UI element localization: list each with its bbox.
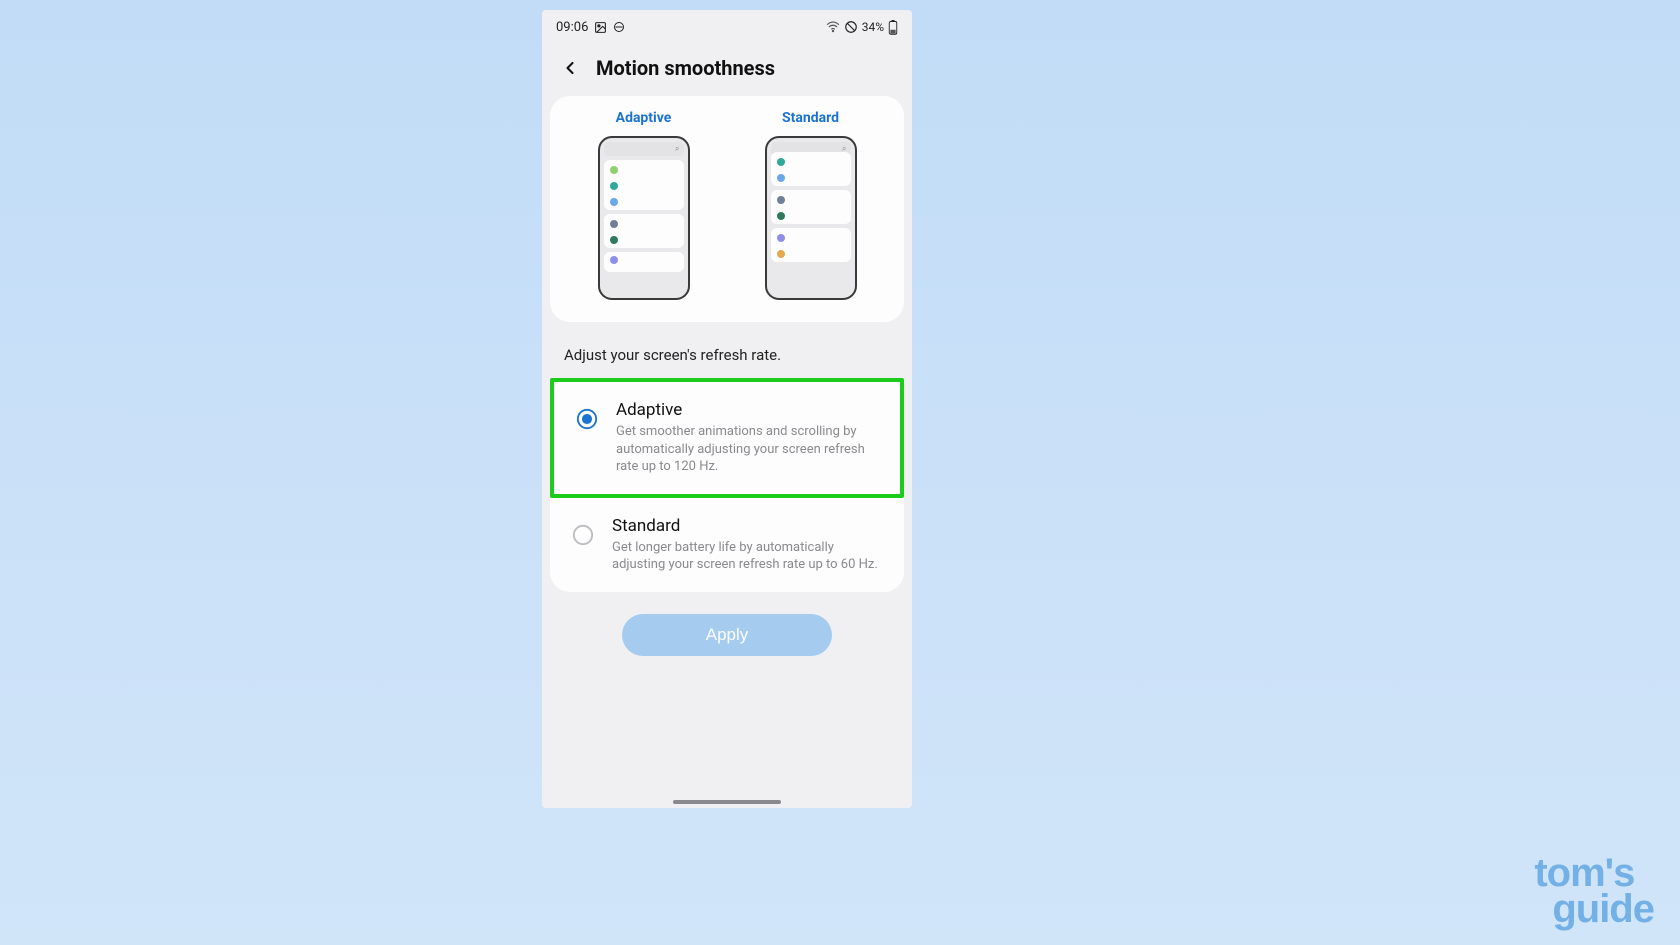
preview-standard[interactable]: Standard ⌕ — [765, 110, 857, 300]
option-standard-title: Standard — [612, 516, 884, 536]
image-icon — [594, 21, 607, 34]
gesture-bar[interactable] — [673, 800, 781, 804]
status-battery-text: 34% — [862, 20, 884, 34]
watermark-line2: guide — [1534, 891, 1654, 927]
search-icon: ⌕ — [675, 144, 679, 154]
options-card: Adaptive Get smoother animations and scr… — [550, 378, 904, 592]
no-signal-icon — [844, 20, 858, 34]
option-adaptive-desc: Get smoother animations and scrolling by… — [616, 423, 880, 476]
phone-frame: 09:06 34% Motion smoothness Adaptive ⌕ — [542, 10, 912, 808]
option-adaptive[interactable]: Adaptive Get smoother animations and scr… — [550, 378, 904, 498]
title-bar: Motion smoothness — [542, 44, 912, 96]
theta-icon — [613, 21, 625, 33]
preview-adaptive[interactable]: Adaptive ⌕ — [598, 110, 690, 300]
status-bar: 09:06 34% — [542, 10, 912, 44]
back-icon[interactable] — [560, 58, 580, 78]
radio-unselected-icon — [572, 524, 594, 546]
status-right: 34% — [826, 20, 898, 35]
preview-card: Adaptive ⌕ — [550, 96, 904, 322]
watermark-line1: tom's — [1534, 855, 1654, 891]
preview-adaptive-label: Adaptive — [616, 110, 672, 126]
radio-selected-icon — [576, 408, 598, 430]
status-left: 09:06 — [556, 20, 625, 35]
status-time: 09:06 — [556, 20, 588, 35]
option-adaptive-title: Adaptive — [616, 400, 880, 420]
page-title: Motion smoothness — [596, 56, 775, 80]
section-description: Adjust your screen's refresh rate. — [542, 322, 912, 378]
battery-icon — [888, 20, 898, 35]
apply-button[interactable]: Apply — [622, 614, 832, 656]
watermark: tom's guide — [1534, 855, 1654, 927]
wifi-icon — [826, 20, 840, 34]
option-standard-desc: Get longer battery life by automatically… — [612, 539, 884, 574]
phone-mock-adaptive: ⌕ — [598, 136, 690, 300]
preview-standard-label: Standard — [782, 110, 839, 126]
phone-mock-standard: ⌕ — [765, 136, 857, 300]
option-standard[interactable]: Standard Get longer battery life by auto… — [550, 498, 904, 592]
